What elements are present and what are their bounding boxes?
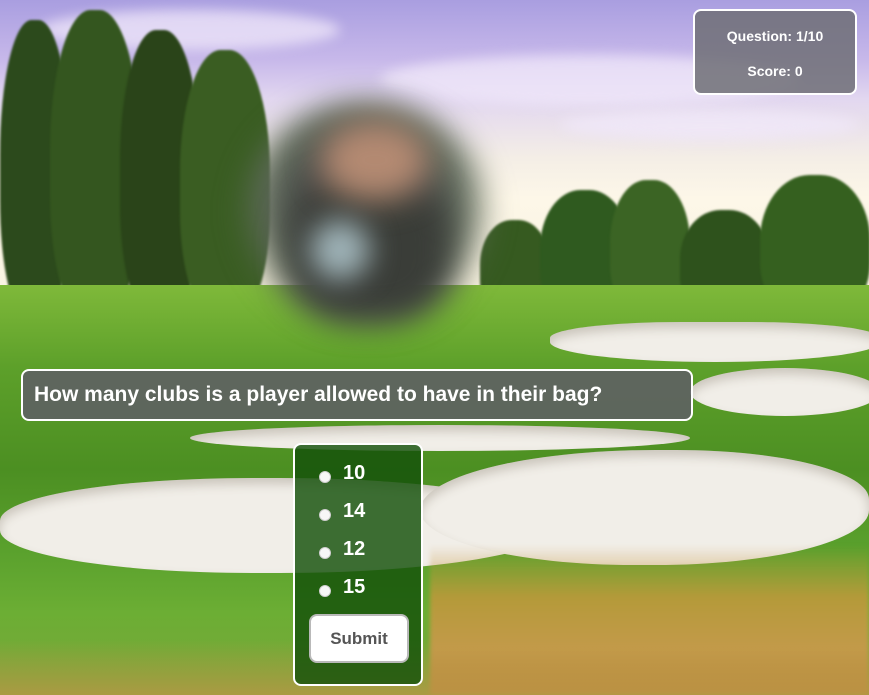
rough-grass (0, 640, 869, 695)
answer-option-label: 15 (343, 575, 366, 598)
question-text: How many clubs is a player allowed to ha… (21, 369, 693, 421)
answer-options-panel: 10 14 12 15 Submit (293, 443, 423, 686)
sand-bunker (190, 425, 690, 451)
score-display: Score: 0 (747, 63, 803, 79)
golf-course-background (0, 0, 869, 695)
radio-button[interactable] (319, 471, 331, 483)
blurred-player-image (320, 120, 430, 200)
answer-option[interactable]: 12 (319, 537, 365, 561)
answer-option[interactable]: 10 (319, 461, 365, 485)
score-panel: Question: 1/10 Score: 0 (693, 9, 857, 95)
radio-button[interactable] (319, 547, 331, 559)
answer-option[interactable]: 15 (319, 575, 365, 599)
answer-option-label: 12 (343, 537, 366, 560)
answer-option[interactable]: 14 (319, 499, 365, 523)
sand-bunker (690, 368, 869, 416)
question-counter: Question: 1/10 (726, 28, 824, 44)
radio-button[interactable] (319, 509, 331, 521)
sand-bunker (550, 322, 869, 362)
blurred-player-image (310, 220, 370, 280)
radio-button[interactable] (319, 585, 331, 597)
answer-option-label: 10 (343, 461, 366, 484)
submit-button[interactable]: Submit (309, 614, 409, 663)
answer-option-label: 14 (343, 499, 366, 522)
